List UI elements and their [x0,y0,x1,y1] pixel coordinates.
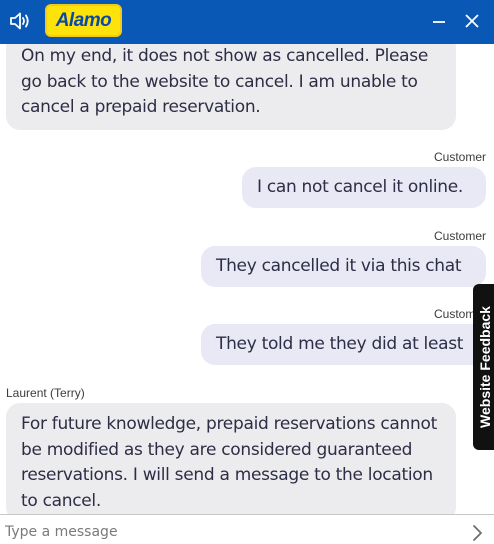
feedback-tab-label: Website Feedback [477,306,493,428]
sender-label: Customer [433,229,486,243]
minimize-icon[interactable] [426,8,452,34]
customer-message: I can not cancel it online. [242,167,486,208]
chevron-right-icon[interactable] [468,523,486,543]
close-icon[interactable] [459,8,485,34]
message-input[interactable] [5,521,455,543]
message-text: I can not cancel it online. [257,177,464,197]
logo-text: Alamo [55,9,112,31]
sender-label: Customer [433,150,486,164]
message-text: They cancelled it via this chat [216,256,462,276]
agent-message: On my end, it does not show as cancelled… [6,34,456,130]
website-feedback-tab[interactable]: Website Feedback [473,284,494,450]
speaker-icon[interactable] [6,8,34,34]
customer-message: They cancelled it via this chat [201,246,486,287]
message-text: They told me they did at least [216,334,464,354]
agent-message: For future knowledge, prepaid reservatio… [6,403,456,514]
message-text: On my end, it does not show as cancelled… [21,46,428,117]
chat-transcript[interactable]: On my end, it does not show as cancelled… [0,0,494,514]
alamo-logo: Alamo [45,4,122,37]
message-text: For future knowledge, prepaid reservatio… [21,414,437,511]
sender-label: Laurent (Terry) [6,386,85,400]
chat-header: Alamo [0,0,494,44]
message-composer [0,514,494,544]
customer-message: They told me they did at least [201,324,486,365]
